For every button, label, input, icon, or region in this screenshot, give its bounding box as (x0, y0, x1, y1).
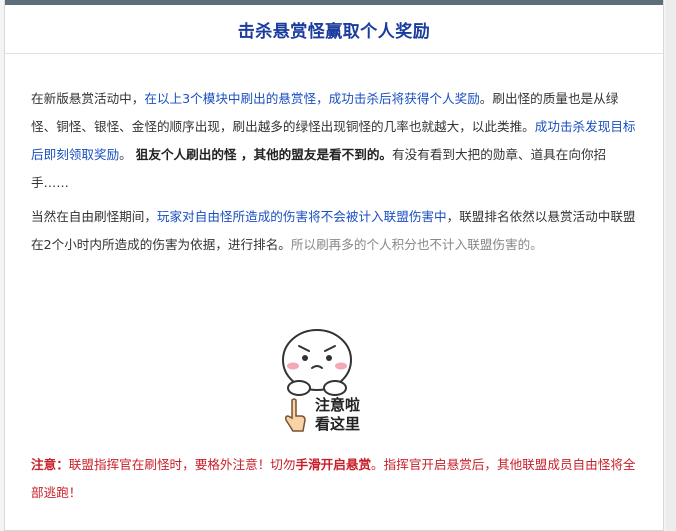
warning-notice: 注意：联盟指挥官在刷怪时，要格外注意！切勿手滑开启悬赏。指挥官开启悬赏后，其他联… (31, 451, 643, 507)
panel-title: 击杀悬赏怪赢取个人奖励 (237, 21, 431, 42)
highlight-reward-rule: 在以上3个模块中刷出的悬赏怪，成功击杀后将获得个人奖励 (144, 91, 480, 106)
sticker-caption-line2: 看这里 (315, 415, 361, 433)
scrollbar-track[interactable] (666, 0, 676, 531)
highlight-visibility-note: 狙友个人刷出的怪 ，其他的盟友是看不到的。 (135, 147, 393, 162)
pointing-finger-icon (285, 398, 306, 432)
text-segment: 当然在自由刷怪期间， (31, 209, 157, 224)
highlight-accidental-trigger: 手滑开启悬赏 (295, 457, 372, 472)
sticker-caption: 注意啦 看这里 (315, 396, 360, 434)
text-segment: 在新版悬赏活动中， (31, 91, 145, 106)
notice-label: 注意： (31, 457, 69, 472)
text-segment-muted: 所以刷再多的个人积分也不计入联盟伤害的。 (290, 237, 543, 252)
text-segment: 。 (119, 147, 136, 162)
attention-sticker: 注意啦 看这里 (275, 318, 387, 436)
page: 击杀悬赏怪赢取个人奖励 在新版悬赏活动中，在以上3个模块中刷出的悬赏怪，成功击杀… (0, 0, 676, 531)
article-body: 在新版悬赏活动中，在以上3个模块中刷出的悬赏怪，成功击杀后将获得个人奖励。刷出怪… (5, 54, 663, 259)
paragraph-free-mode: 当然在自由刷怪期间，玩家对自由怪所造成的伤害将不会被计入联盟伤害中，联盟排名依然… (31, 203, 637, 259)
paragraph-bounty-intro: 在新版悬赏活动中，在以上3个模块中刷出的悬赏怪，成功击杀后将获得个人奖励。刷出怪… (31, 85, 637, 197)
content-panel: 击杀悬赏怪赢取个人奖励 在新版悬赏活动中，在以上3个模块中刷出的悬赏怪，成功击杀… (4, 0, 664, 531)
panel-header: 击杀悬赏怪赢取个人奖励 (5, 5, 663, 54)
highlight-damage-rule: 玩家对自由怪所造成的伤害将不会被计入联盟伤害中 (156, 209, 447, 224)
text-segment: 联盟指挥官在刷怪时，要格外注意！切勿 (68, 457, 296, 472)
sticker-caption-line1: 注意啦 (315, 396, 361, 414)
